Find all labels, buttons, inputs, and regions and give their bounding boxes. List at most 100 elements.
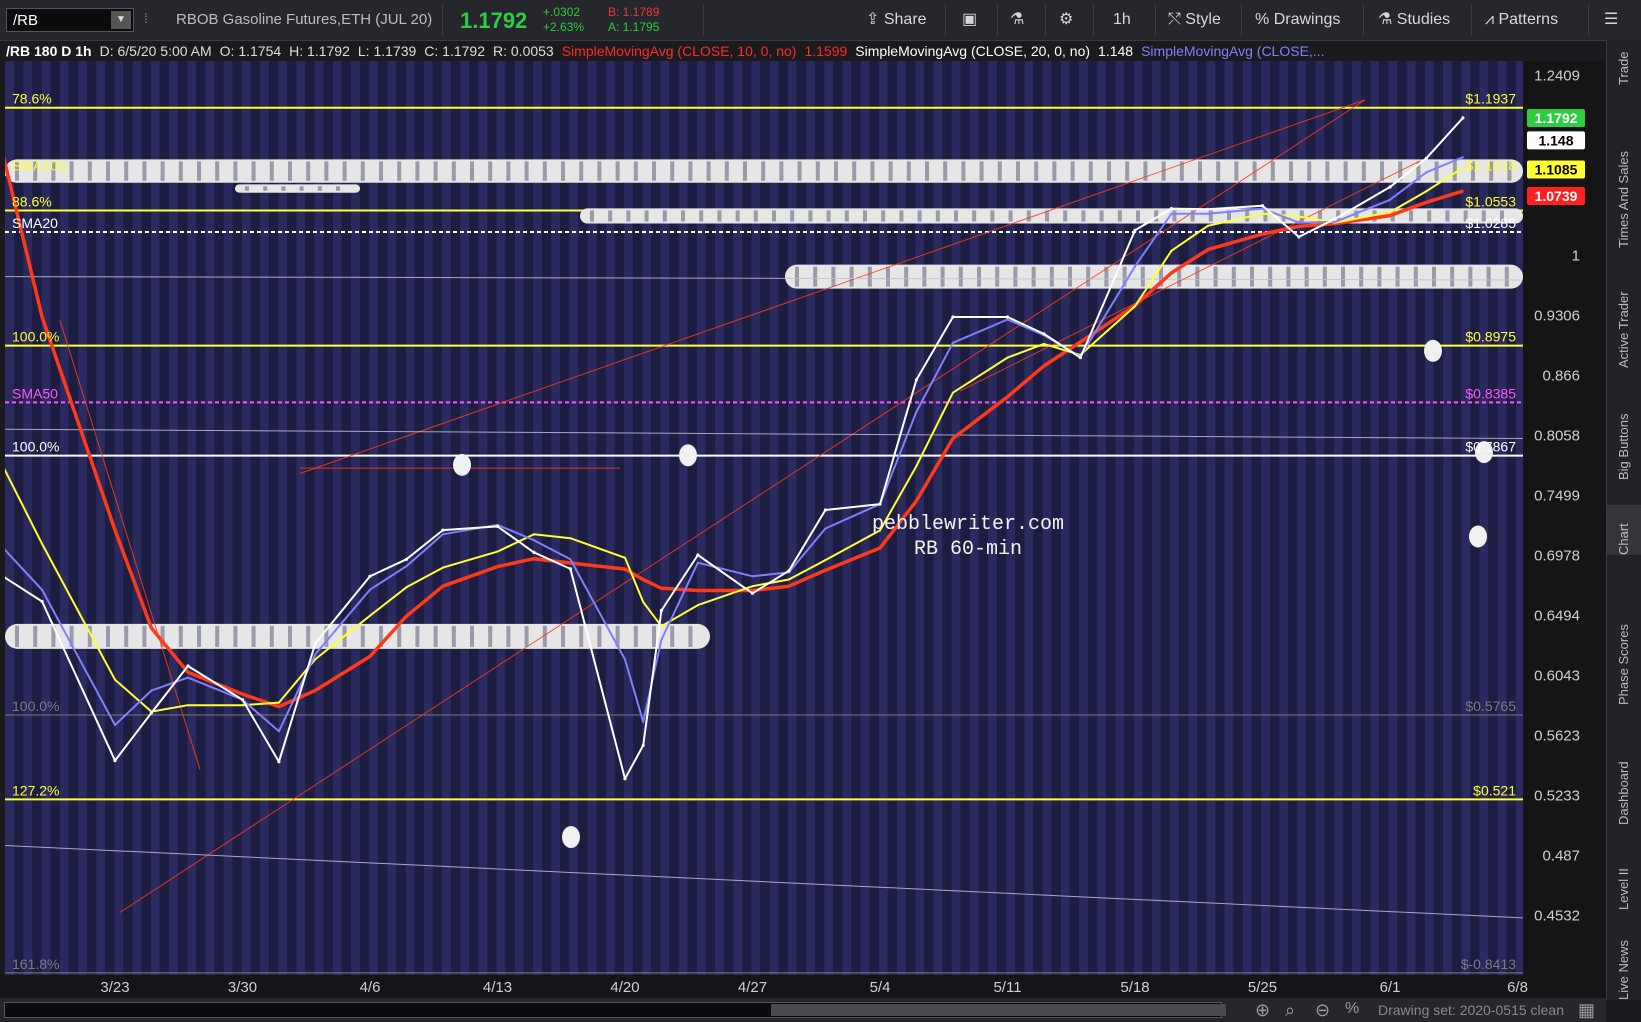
zone-tick <box>233 625 238 647</box>
zone-tick <box>379 161 383 181</box>
data-point <box>532 550 536 555</box>
zone-tick <box>470 161 474 181</box>
sma-more-label[interactable]: SimpleMovingAvg (CLOSE,... <box>1141 43 1324 59</box>
zone-tick <box>288 161 292 181</box>
session-stripe <box>1451 61 1462 975</box>
zoom-icon[interactable]: ⌕ <box>1285 1000 1295 1021</box>
session-stripe <box>1197 61 1207 975</box>
bar-close: C: 1.1792 <box>424 43 485 59</box>
level-name: 88.6% <box>12 194 52 210</box>
pivot-marker[interactable] <box>1469 525 1487 548</box>
data-point <box>1206 212 1209 215</box>
data-point <box>951 341 954 344</box>
data-point <box>40 599 44 604</box>
zoom-out-icon[interactable]: ⊖ <box>1315 1000 1330 1021</box>
session-stripe <box>359 61 370 975</box>
zone-tick <box>886 266 890 287</box>
zone-tick <box>961 161 966 181</box>
zone-tick <box>579 625 584 647</box>
data-point <box>1389 214 1391 217</box>
data-point <box>1389 211 1391 214</box>
resistance-zone[interactable] <box>5 159 1523 183</box>
zone-tick <box>397 625 402 647</box>
zone-tick <box>590 210 594 222</box>
data-point <box>1042 332 1046 336</box>
data-point <box>441 533 444 536</box>
x-tick-label: 3/30 <box>228 979 257 996</box>
zone-tick <box>397 161 402 181</box>
zone-tick <box>608 210 613 222</box>
zone-tick <box>1107 161 1111 181</box>
sma10-label[interactable]: SimpleMovingAvg (CLOSE, 10, 0, no) <box>562 43 797 59</box>
zone-tick <box>433 161 438 181</box>
sidebar-item-trade[interactable]: Trade <box>1607 52 1641 85</box>
zone-tick <box>1304 266 1309 287</box>
data-point <box>1461 166 1464 169</box>
session-stripe <box>1160 61 1171 975</box>
session-stripe <box>341 61 352 975</box>
x-tick-label: 4/27 <box>738 979 767 996</box>
zone-tick <box>1125 161 1130 181</box>
zone-tick <box>813 266 818 287</box>
zone-tick <box>1195 266 1200 287</box>
session-stripe <box>1178 61 1189 975</box>
pivot-marker[interactable] <box>562 826 580 849</box>
level-name: 100.0% <box>12 439 59 455</box>
pivot-marker[interactable] <box>453 453 471 476</box>
zone-tick <box>142 625 147 647</box>
horizontal-scrollbar[interactable] <box>4 1002 1226 1018</box>
x-tick-label: 3/23 <box>100 979 129 996</box>
data-point <box>696 553 700 557</box>
sidebar-item-dashboard[interactable]: Dashboard <box>1607 725 1641 825</box>
data-point <box>915 410 918 413</box>
grid-icon[interactable]: ▦ <box>1578 1000 1595 1021</box>
session-stripe <box>833 61 843 975</box>
session-stripe <box>1269 61 1280 975</box>
crosshair-icon[interactable]: ⊕ <box>1255 1000 1270 1021</box>
bar-low: L: 1.1739 <box>357 43 417 59</box>
zone-tick <box>1289 161 1293 181</box>
sidebar-item-times-and-sales[interactable]: Times And Sales <box>1607 125 1641 248</box>
data-point <box>405 615 408 618</box>
sidebar-item-label: Chart <box>1616 523 1631 555</box>
session-stripe <box>1288 61 1298 975</box>
data-point <box>1042 342 1045 345</box>
zone-tick <box>1049 266 1054 287</box>
data-point <box>1206 207 1210 211</box>
pivot-marker[interactable] <box>679 444 697 467</box>
price-chart[interactable]: 78.6% $1.1937 SMA100 $1.1018 88.6% $1.0553 SMA… <box>0 0 1641 1022</box>
pivot-marker[interactable] <box>1424 339 1442 362</box>
sidebar-item-phase-scores[interactable]: Phase Scores <box>1607 570 1641 705</box>
bar-range: R: 0.0053 <box>493 43 554 59</box>
zone-tick <box>1231 266 1236 287</box>
data-point <box>1206 224 1209 227</box>
resistance-zone[interactable] <box>5 623 710 649</box>
zone-tick <box>881 210 886 222</box>
zone-tick <box>342 161 347 181</box>
scrollbar-thumb[interactable] <box>771 1004 1226 1016</box>
session-stripe <box>742 61 752 975</box>
zone-tick <box>1063 210 1068 222</box>
sidebar-item-chart[interactable]: Chart <box>1607 505 1641 555</box>
session-stripe <box>687 61 697 975</box>
zone-tick <box>288 625 292 647</box>
data-point <box>914 378 919 382</box>
zone-tick <box>1263 210 1268 222</box>
resistance-zone[interactable] <box>235 184 360 193</box>
sidebar-item-big-buttons[interactable]: Big Buttons <box>1607 395 1641 481</box>
percent-button[interactable]: % <box>1345 1000 1359 1018</box>
zone-tick <box>1026 210 1031 222</box>
sidebar-item-level-ii[interactable]: Level II <box>1607 845 1641 910</box>
price-tag-label: 1.1792 <box>1535 110 1578 126</box>
zone-tick <box>706 161 711 181</box>
study-info-bar: /RB 180 D 1h D: 6/5/20 5:00 AM O: 1.1754 H:… <box>6 41 1521 61</box>
zone-tick <box>1359 266 1364 287</box>
data-point <box>751 585 754 588</box>
sma20-label[interactable]: SimpleMovingAvg (CLOSE, 20, 0, no) <box>855 43 1090 59</box>
sidebar-item-live-news[interactable]: Live News <box>1607 935 1641 1000</box>
session-stripe <box>177 61 188 975</box>
sidebar-item-active-trader[interactable]: Active Trader <box>1607 270 1641 368</box>
zone-tick <box>1140 266 1145 287</box>
data-point <box>405 586 408 589</box>
zone-tick <box>1413 266 1418 287</box>
